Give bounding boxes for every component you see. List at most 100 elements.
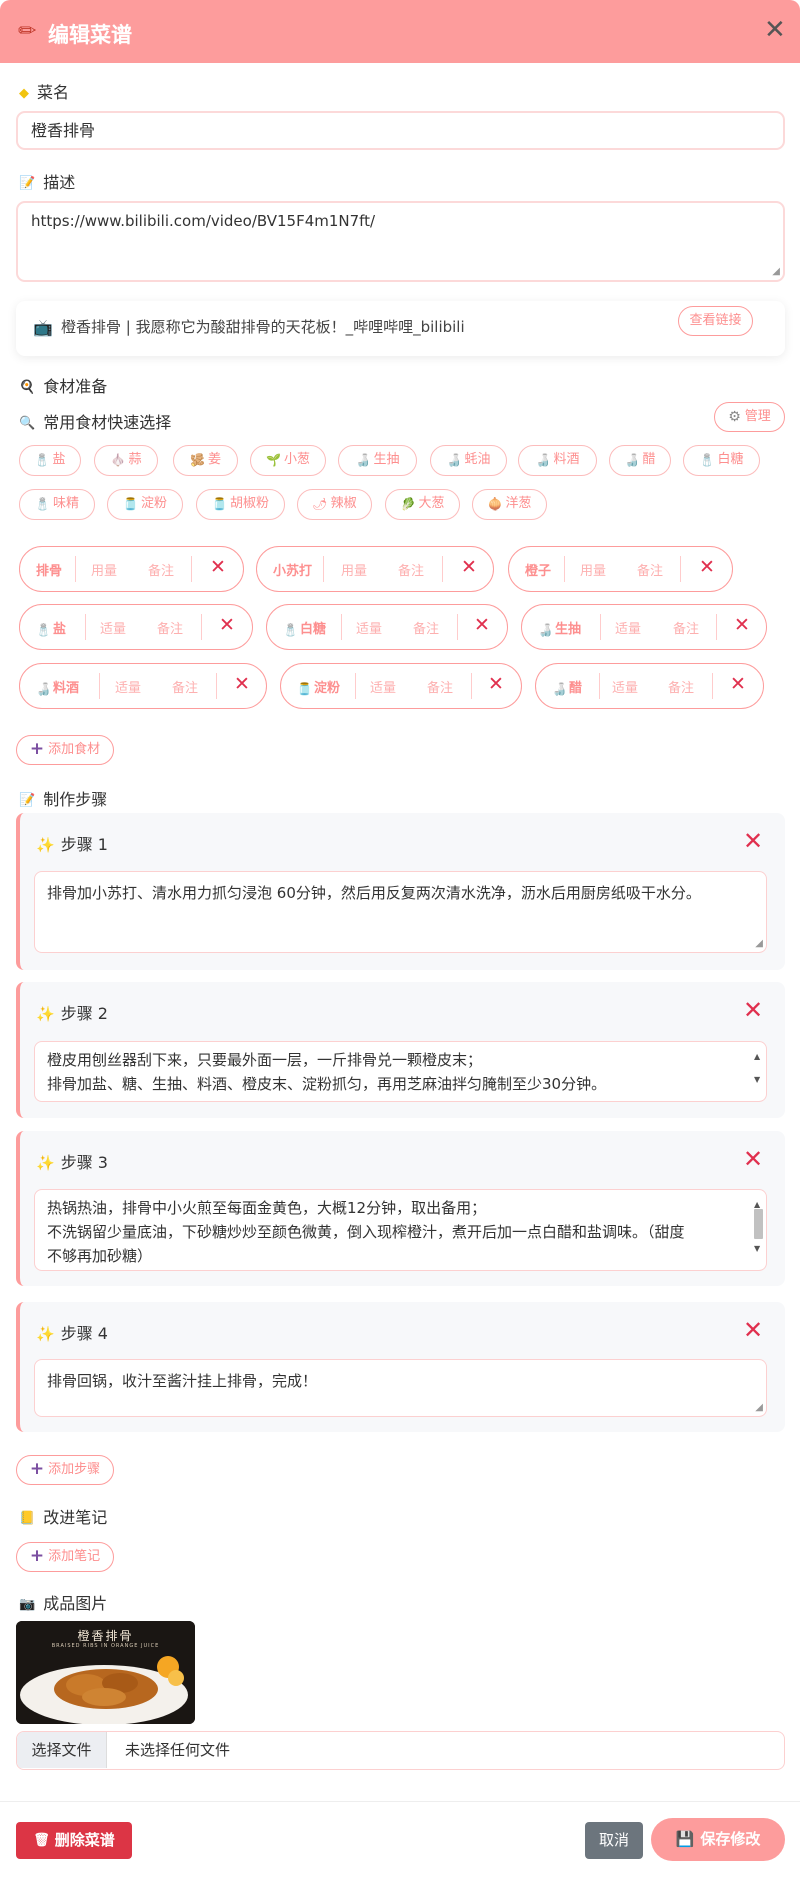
choose-file-button[interactable]: 选择文件: [17, 1732, 107, 1768]
resize-handle-icon[interactable]: ◢: [772, 267, 780, 277]
step-textarea[interactable]: 排骨回锅，收汁至酱汁挂上排骨，完成！ ◢: [34, 1359, 767, 1417]
quick-chip-onion[interactable]: 🧅 洋葱: [472, 489, 547, 520]
manage-button[interactable]: ⚙ 管理: [714, 402, 785, 432]
bottle-icon: 🍶: [552, 681, 567, 696]
remove-ingredient-icon[interactable]: ✕: [488, 673, 504, 695]
scrollbar[interactable]: ▲ ▼: [753, 1045, 764, 1098]
ingredient-note-input[interactable]: 备注: [157, 618, 183, 637]
ingredient-name[interactable]: 🍶 生抽: [538, 618, 581, 637]
ingredient-row: 🫙 淀粉 适量 备注 ✕: [280, 663, 522, 709]
name-input[interactable]: 橙香排骨: [16, 111, 785, 150]
ingredient-row: 🍶 料酒 适量 备注 ✕: [19, 663, 267, 709]
remove-ingredient-icon[interactable]: ✕: [461, 556, 477, 578]
remove-step-icon[interactable]: ✕: [743, 829, 763, 853]
quick-chip-salt[interactable]: 🧂 盐: [19, 445, 81, 476]
ingredient-note-input[interactable]: 备注: [427, 677, 453, 696]
ingredient-note-input[interactable]: 备注: [172, 677, 198, 696]
bottle-icon: 🍶: [446, 453, 462, 467]
remove-step-icon[interactable]: ✕: [743, 1147, 763, 1171]
quick-chip-chili[interactable]: 🌶 辣椒: [297, 489, 372, 520]
ingredient-qty-input[interactable]: 用量: [580, 560, 606, 579]
scroll-down-icon[interactable]: ▼: [754, 1068, 760, 1092]
ingredient-name[interactable]: 小苏打: [273, 560, 312, 579]
ingredient-row: 🧂 白糖 适量 备注 ✕: [266, 604, 508, 650]
quick-chip-leek[interactable]: 🥬 大葱: [385, 489, 460, 520]
step-textarea[interactable]: 排骨加小苏打、清水用力抓匀浸泡 60分钟，然后用反复两次清水洗净，沥水后用厨房纸…: [34, 871, 767, 953]
ingredient-row: 排骨 用量 备注 ✕: [19, 546, 244, 592]
ingredient-name[interactable]: 🧂 白糖: [283, 618, 326, 637]
ingredient-qty-input[interactable]: 适量: [115, 677, 141, 696]
quick-chip-ginger[interactable]: 🫚 姜: [173, 445, 238, 476]
ingredient-qty-input[interactable]: 适量: [370, 677, 396, 696]
garlic-icon: 🧄: [110, 453, 126, 467]
close-icon[interactable]: ✕: [764, 17, 786, 43]
quick-chip-msg[interactable]: 🧂 味精: [19, 489, 95, 520]
delete-recipe-button[interactable]: 🗑 删除菜谱: [16, 1822, 132, 1859]
remove-ingredient-icon[interactable]: ✕: [734, 614, 750, 636]
save-button[interactable]: 💾 保存修改: [651, 1818, 785, 1861]
resize-handle-icon[interactable]: ◢: [755, 1403, 763, 1413]
add-step-button[interactable]: + 添加步骤: [16, 1455, 114, 1485]
sparkles-icon: ✨: [36, 1325, 55, 1343]
seedling-icon: 🌱: [266, 453, 281, 467]
scroll-thumb[interactable]: [754, 1209, 763, 1239]
dish-photo: 橙香排骨 BRAISED RIBS IN ORANGE JUICE: [16, 1621, 195, 1724]
quick-chip-sugar[interactable]: 🧂 白糖: [683, 445, 760, 476]
scroll-down-icon[interactable]: ▼: [754, 1237, 760, 1261]
remove-ingredient-icon[interactable]: ✕: [730, 673, 746, 695]
ingredient-name[interactable]: 🧂 盐: [36, 618, 66, 637]
bottle-icon: 🍶: [624, 453, 640, 467]
resize-handle-icon[interactable]: ◢: [755, 939, 763, 949]
ingredient-note-input[interactable]: 备注: [637, 560, 663, 579]
ingredient-note-input[interactable]: 备注: [148, 560, 174, 579]
name-label: ◆ 菜名: [19, 83, 70, 102]
photo-caption-en: BRAISED RIBS IN ORANGE JUICE: [51, 1643, 160, 1649]
view-link-button[interactable]: 查看链接: [678, 306, 753, 336]
ingredient-note-input[interactable]: 备注: [398, 560, 424, 579]
ingredient-note-input[interactable]: 备注: [668, 677, 694, 696]
add-note-button[interactable]: + 添加笔记: [16, 1542, 114, 1572]
quick-chip-cooking-wine[interactable]: 🍶 料酒: [518, 445, 597, 476]
quick-chip-garlic[interactable]: 🧄 蒜: [94, 445, 158, 476]
quick-chip-starch[interactable]: 🫙 淀粉: [107, 489, 183, 520]
remove-step-icon[interactable]: ✕: [743, 998, 763, 1022]
ingredient-qty-input[interactable]: 适量: [615, 618, 641, 637]
ingredient-qty-input[interactable]: 适量: [356, 618, 382, 637]
ingredient-note-input[interactable]: 备注: [673, 618, 699, 637]
ingredient-note-input[interactable]: 备注: [413, 618, 439, 637]
cancel-button[interactable]: 取消: [585, 1822, 643, 1859]
ingredient-row: 橙子 用量 备注 ✕: [508, 546, 733, 592]
quick-chip-scallion[interactable]: 🌱 小葱: [250, 445, 326, 476]
quick-chip-vinegar[interactable]: 🍶 醋: [609, 445, 671, 476]
remove-ingredient-icon[interactable]: ✕: [234, 673, 250, 695]
file-input[interactable]: 选择文件 未选择任何文件: [16, 1731, 785, 1770]
add-ingredient-button[interactable]: + 添加食材: [16, 735, 114, 765]
scrollbar[interactable]: ▲ ▼: [753, 1193, 764, 1267]
remove-ingredient-icon[interactable]: ✕: [210, 556, 226, 578]
ingredient-qty-input[interactable]: 适量: [100, 618, 126, 637]
step-textarea[interactable]: 热锅热油，排骨中小火煎至每面金黄色，大概12分钟，取出备用； 不洗锅留少量底油，…: [34, 1189, 767, 1271]
step-title: ✨ 步骤 4: [36, 1324, 108, 1343]
ingredient-name[interactable]: 🫙 淀粉: [297, 677, 340, 696]
scroll-up-icon[interactable]: ▲: [754, 1045, 760, 1069]
quick-chip-oyster-sauce[interactable]: 🍶 蚝油: [430, 445, 507, 476]
remove-step-icon[interactable]: ✕: [743, 1318, 763, 1342]
description-textarea[interactable]: https://www.bilibili.com/video/BV15F4m1N…: [16, 201, 785, 282]
ingredient-qty-input[interactable]: 用量: [91, 560, 117, 579]
ingredient-row: 🍶 醋 适量 备注 ✕: [535, 663, 764, 709]
footer-divider: [0, 1801, 800, 1802]
remove-ingredient-icon[interactable]: ✕: [219, 614, 235, 636]
remove-ingredient-icon[interactable]: ✕: [699, 556, 715, 578]
quick-chip-pepper[interactable]: 🫙 胡椒粉: [196, 489, 285, 520]
ingredient-name[interactable]: 🍶 料酒: [36, 677, 79, 696]
ingredient-qty-input[interactable]: 适量: [612, 677, 638, 696]
ingredient-name[interactable]: 排骨: [36, 560, 62, 579]
ingredient-name[interactable]: 🍶 醋: [552, 677, 582, 696]
quick-select-label: 🔍 常用食材快速选择: [19, 413, 172, 432]
remove-ingredient-icon[interactable]: ✕: [474, 614, 490, 636]
step-textarea[interactable]: 橙皮用刨丝器刮下来，只要最外面一层，一斤排骨兑一颗橙皮末； 排骨加盐、糖、生抽、…: [34, 1041, 767, 1102]
ingredient-qty-input[interactable]: 用量: [341, 560, 367, 579]
photo-label: 📷 成品图片: [19, 1594, 108, 1613]
quick-chip-soy-sauce[interactable]: 🍶 生抽: [338, 445, 417, 476]
ingredient-name[interactable]: 橙子: [525, 560, 551, 579]
